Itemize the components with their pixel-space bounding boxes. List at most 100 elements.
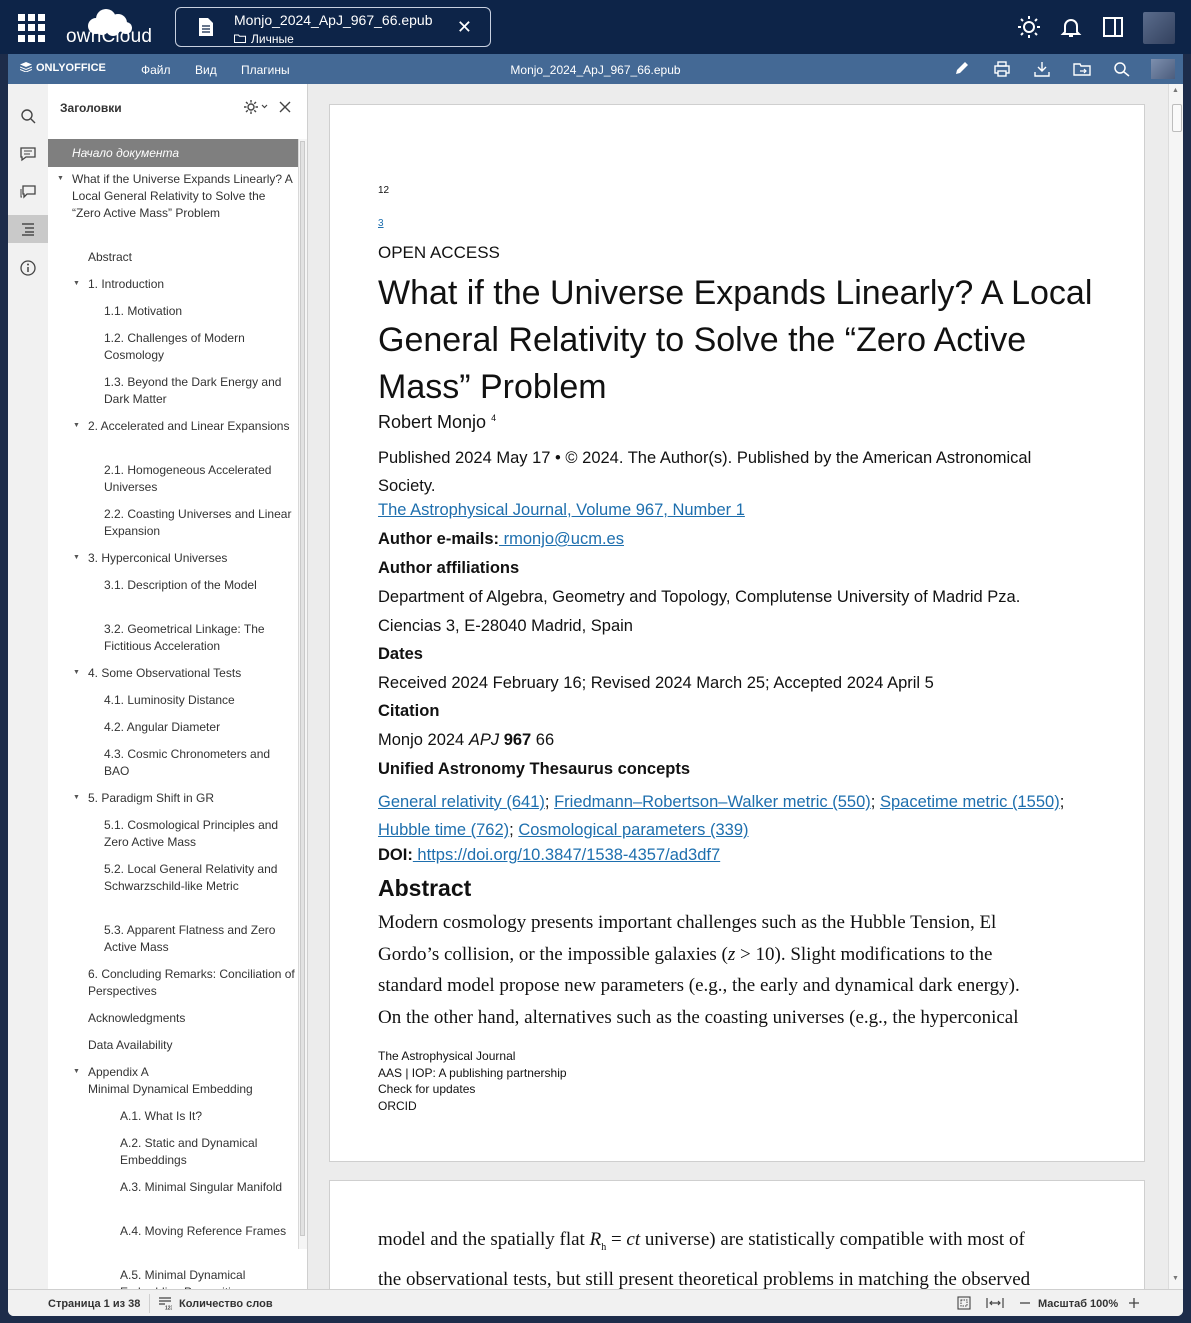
volume-link[interactable]: Volume 967 <box>572 501 663 519</box>
footnote-link[interactable]: 3 <box>378 218 384 229</box>
toc-item[interactable]: 5.2. Local General Relativity and Schwar… <box>104 861 296 895</box>
toc-item[interactable]: 5.3. Apparent Flatness and Zero Active M… <box>104 922 296 956</box>
toc-item[interactable]: A.2. Static and Dynamical Embeddings <box>120 1135 296 1169</box>
dates-heading: Dates <box>378 645 423 663</box>
navigation-headings-icon[interactable] <box>19 220 37 238</box>
toc-item[interactable]: 2.2. Coasting Universes and Linear Expan… <box>104 506 296 540</box>
close-panel-icon[interactable] <box>278 100 292 114</box>
toc-item[interactable]: 3. Hyperconical Universes <box>88 550 296 567</box>
toc-item[interactable]: 3.2. Geometrical Linkage: The Fictitious… <box>104 621 296 655</box>
toc-item[interactable]: A.4. Moving Reference Frames <box>120 1223 296 1240</box>
footer-line: AAS | IOP: A publishing partnership <box>378 1065 567 1080</box>
word-count-label[interactable]: Количество слов <box>179 1298 273 1310</box>
toc-item[interactable]: 4.2. Angular Diameter <box>104 719 296 736</box>
toc-item[interactable]: 5. Paradigm Shift in GR <box>88 790 296 807</box>
zoom-in-icon[interactable] <box>1127 1296 1141 1310</box>
settings-gear-icon[interactable] <box>243 99 269 115</box>
document-scrollbar[interactable]: ▲ ▼ <box>1168 84 1183 1289</box>
number-link[interactable]: Number 1 <box>668 501 744 519</box>
expand-arrow-icon[interactable]: ▼ <box>73 554 80 561</box>
editor-user-avatar[interactable] <box>1151 59 1175 79</box>
emails-label: Author e-mails: <box>378 530 500 548</box>
expand-arrow-icon[interactable]: ▼ <box>57 175 64 182</box>
expand-arrow-icon[interactable]: ▼ <box>73 669 80 676</box>
toc-item-document-start[interactable]: Начало документа <box>48 139 298 167</box>
fit-width-icon[interactable] <box>986 1296 1004 1310</box>
toc-item[interactable]: A.3. Minimal Singular Manifold <box>120 1179 296 1196</box>
expand-arrow-icon[interactable]: ▼ <box>73 794 80 801</box>
onlyoffice-editor: ONLYOFFICE Файл Вид Плагины Monjo_2024_A… <box>8 54 1183 1316</box>
chat-icon[interactable] <box>19 183 37 201</box>
toc-item[interactable]: 3.1. Description of the Model <box>104 577 296 594</box>
toc-item[interactable]: What if the Universe Expands Linearly? A… <box>72 171 296 222</box>
comments-icon[interactable] <box>19 145 37 163</box>
concept-link[interactable]: General relativity (641) <box>378 793 545 811</box>
toc-item[interactable]: 5.1. Cosmological Principles and Zero Ac… <box>104 817 296 851</box>
panel-scrollbar-thumb[interactable] <box>300 141 305 1236</box>
edit-pencil-icon[interactable] <box>953 61 971 77</box>
file-tab[interactable]: Monjo_2024_ApJ_967_66.epub Личные ✕ <box>175 7 491 47</box>
menu-plugins[interactable]: Плагины <box>241 63 290 77</box>
concept-link[interactable]: Cosmological parameters (339) <box>518 821 748 839</box>
doi-link[interactable]: https://doi.org/10.3847/1538-4357/ad3df7 <box>413 846 720 864</box>
concept-link[interactable]: Hubble time (762) <box>378 821 509 839</box>
sidebar-toggle-icon[interactable] <box>1101 15 1125 39</box>
user-avatar[interactable] <box>1143 12 1175 44</box>
page-counter[interactable]: Страница 1 из 38 <box>48 1298 140 1310</box>
emails-line: Author e-mails: rmonjo@ucm.es <box>378 530 1098 549</box>
document-page: 12 3 OPEN ACCESS What if the Universe Ex… <box>329 104 1145 1162</box>
affiliation-line: Department of Algebra, Geometry and Topo… <box>378 588 1021 606</box>
affiliations-heading: Author affiliations <box>378 559 520 577</box>
open-location-icon[interactable] <box>1073 61 1091 77</box>
toc-item[interactable]: 2. Accelerated and Linear Expansions <box>88 418 296 435</box>
print-icon[interactable] <box>993 61 1011 77</box>
page2-var: ct <box>626 1229 641 1250</box>
expand-arrow-icon[interactable]: ▼ <box>73 280 80 287</box>
toc-item[interactable]: Data Availability <box>88 1037 296 1054</box>
toc-item[interactable]: 4.3. Cosmic Chronometers and BAO <box>104 746 296 780</box>
toc-item-text: Minimal Dynamical Embedding <box>88 1082 253 1096</box>
search-icon[interactable] <box>19 107 37 125</box>
fit-page-icon[interactable] <box>957 1296 971 1310</box>
toc-item[interactable]: 1.1. Motivation <box>104 303 296 320</box>
concept-link[interactable]: Spacetime metric (1550) <box>880 793 1060 811</box>
panel-scrollbar[interactable] <box>298 139 307 1249</box>
notification-bell-icon[interactable] <box>1059 15 1083 39</box>
toc-item[interactable]: 1.3. Beyond the Dark Energy and Dark Mat… <box>104 374 296 408</box>
concept-link[interactable]: Friedmann–Robertson–Walker metric (550) <box>554 793 871 811</box>
download-icon[interactable] <box>1033 61 1051 77</box>
toc-item[interactable]: 1. Introduction <box>88 276 296 293</box>
info-icon[interactable] <box>19 259 37 277</box>
toc-item[interactable]: A.5. Minimal Dynamical Embedding Proposi… <box>120 1267 296 1289</box>
search-icon[interactable] <box>1113 61 1131 77</box>
expand-arrow-icon[interactable]: ▼ <box>73 1068 80 1075</box>
menu-view[interactable]: Вид <box>195 63 217 77</box>
toc-item[interactable]: 4. Some Observational Tests <box>88 665 296 682</box>
toc-item[interactable]: 6. Concluding Remarks: Conciliation of P… <box>88 966 296 1000</box>
scroll-up-arrow[interactable]: ▲ <box>1172 87 1179 94</box>
expand-arrow-icon[interactable]: ▼ <box>73 422 80 429</box>
scroll-down-arrow[interactable]: ▼ <box>1172 1275 1179 1282</box>
toc-item[interactable]: 1.2. Challenges of Modern Cosmology <box>104 330 296 364</box>
toc-item[interactable]: A.1. What Is It? <box>120 1108 296 1125</box>
document-scrollbar-thumb[interactable] <box>1172 104 1182 132</box>
word-count-icon[interactable]: 123 <box>158 1296 172 1310</box>
email-link[interactable]: rmonjo@ucm.es <box>499 530 624 548</box>
abstract-line: standard model propose new parameters (e… <box>378 975 1020 997</box>
abstract-part: Gordo’s collision, or the impossible gal… <box>378 943 728 965</box>
toc-item[interactable]: 4.1. Luminosity Distance <box>104 692 296 709</box>
journal-link[interactable]: The Astrophysical Journal <box>378 501 567 519</box>
abstract-line: Gordo’s collision, or the impossible gal… <box>378 939 1098 971</box>
footer-line: ORCID <box>378 1098 417 1113</box>
menu-file[interactable]: Файл <box>141 63 171 77</box>
folder-icon <box>234 34 246 43</box>
close-tab-icon[interactable]: ✕ <box>457 17 472 37</box>
app-launcher-icon[interactable] <box>18 14 46 42</box>
owncloud-logo[interactable]: ownCloud <box>66 6 152 48</box>
zoom-out-icon[interactable] <box>1018 1296 1032 1310</box>
theme-sun-icon[interactable] <box>1017 15 1041 39</box>
toc-item[interactable]: 2.1. Homogeneous Accelerated Universes <box>104 462 296 496</box>
toc-item[interactable]: Abstract <box>88 249 296 266</box>
toc-item[interactable]: Acknowledgments <box>88 1010 296 1027</box>
toc-item[interactable]: Appendix A Minimal Dynamical Embedding <box>88 1064 296 1098</box>
